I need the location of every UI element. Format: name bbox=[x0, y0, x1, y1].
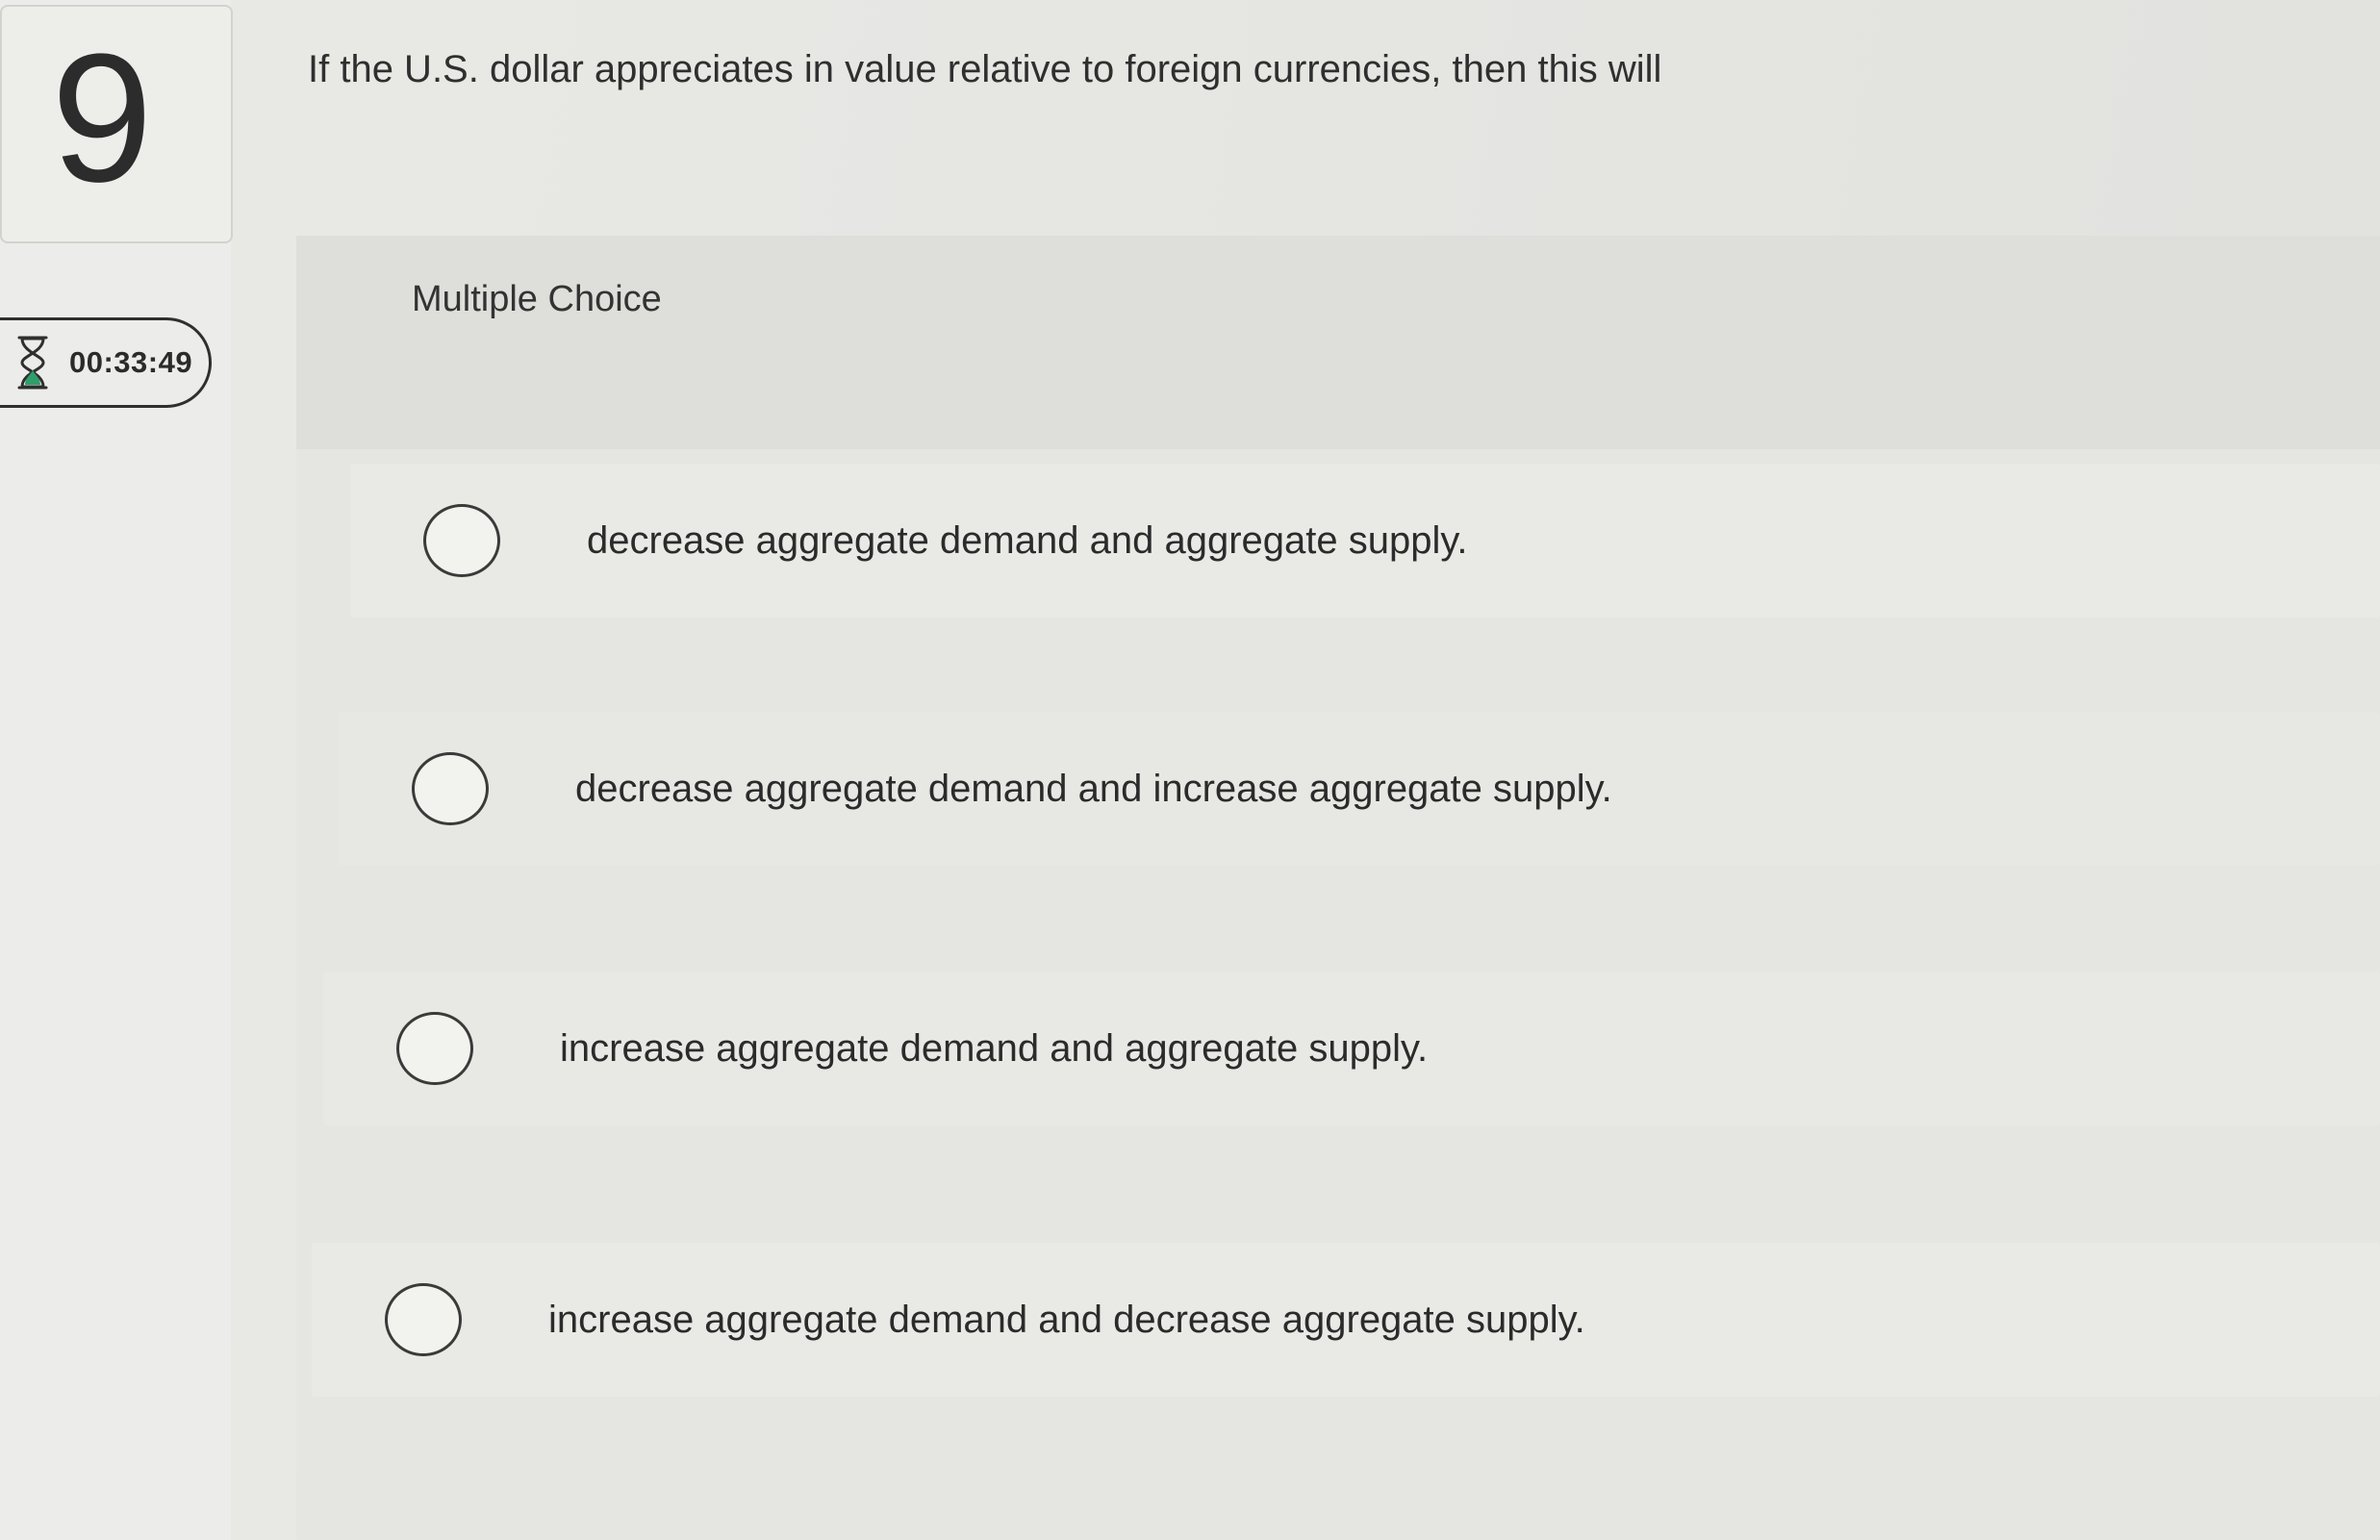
question-prompt: If the U.S. dollar appreciates in value … bbox=[308, 48, 1662, 90]
answer-option-label[interactable]: decrease aggregate demand and increase a… bbox=[575, 768, 1612, 811]
radio-button[interactable] bbox=[423, 504, 500, 577]
hourglass-icon bbox=[17, 336, 48, 390]
question-type-label: Multiple Choice bbox=[412, 279, 662, 319]
radio-button[interactable] bbox=[385, 1283, 462, 1356]
answer-option[interactable]: increase aggregate demand and decrease a… bbox=[312, 1243, 2380, 1397]
answer-option[interactable]: decrease aggregate demand and increase a… bbox=[339, 712, 2380, 866]
answer-card-header bbox=[296, 236, 2380, 449]
radio-button[interactable] bbox=[396, 1012, 473, 1085]
radio-button[interactable] bbox=[412, 752, 489, 825]
answer-option-label[interactable]: decrease aggregate demand and aggregate … bbox=[587, 519, 1468, 563]
answer-option[interactable]: increase aggregate demand and aggregate … bbox=[323, 972, 2380, 1125]
timer[interactable]: 00:33:49 bbox=[0, 317, 212, 408]
question-number-box: 9 bbox=[0, 5, 233, 243]
answer-option[interactable]: decrease aggregate demand and aggregate … bbox=[350, 464, 2380, 618]
question-number: 9 bbox=[51, 16, 153, 220]
answer-option-label[interactable]: increase aggregate demand and decrease a… bbox=[548, 1299, 1585, 1342]
timer-value: 00:33:49 bbox=[69, 345, 193, 379]
left-rail: 9 00:33:49 bbox=[0, 0, 233, 1540]
answer-option-label[interactable]: increase aggregate demand and aggregate … bbox=[560, 1027, 1428, 1071]
